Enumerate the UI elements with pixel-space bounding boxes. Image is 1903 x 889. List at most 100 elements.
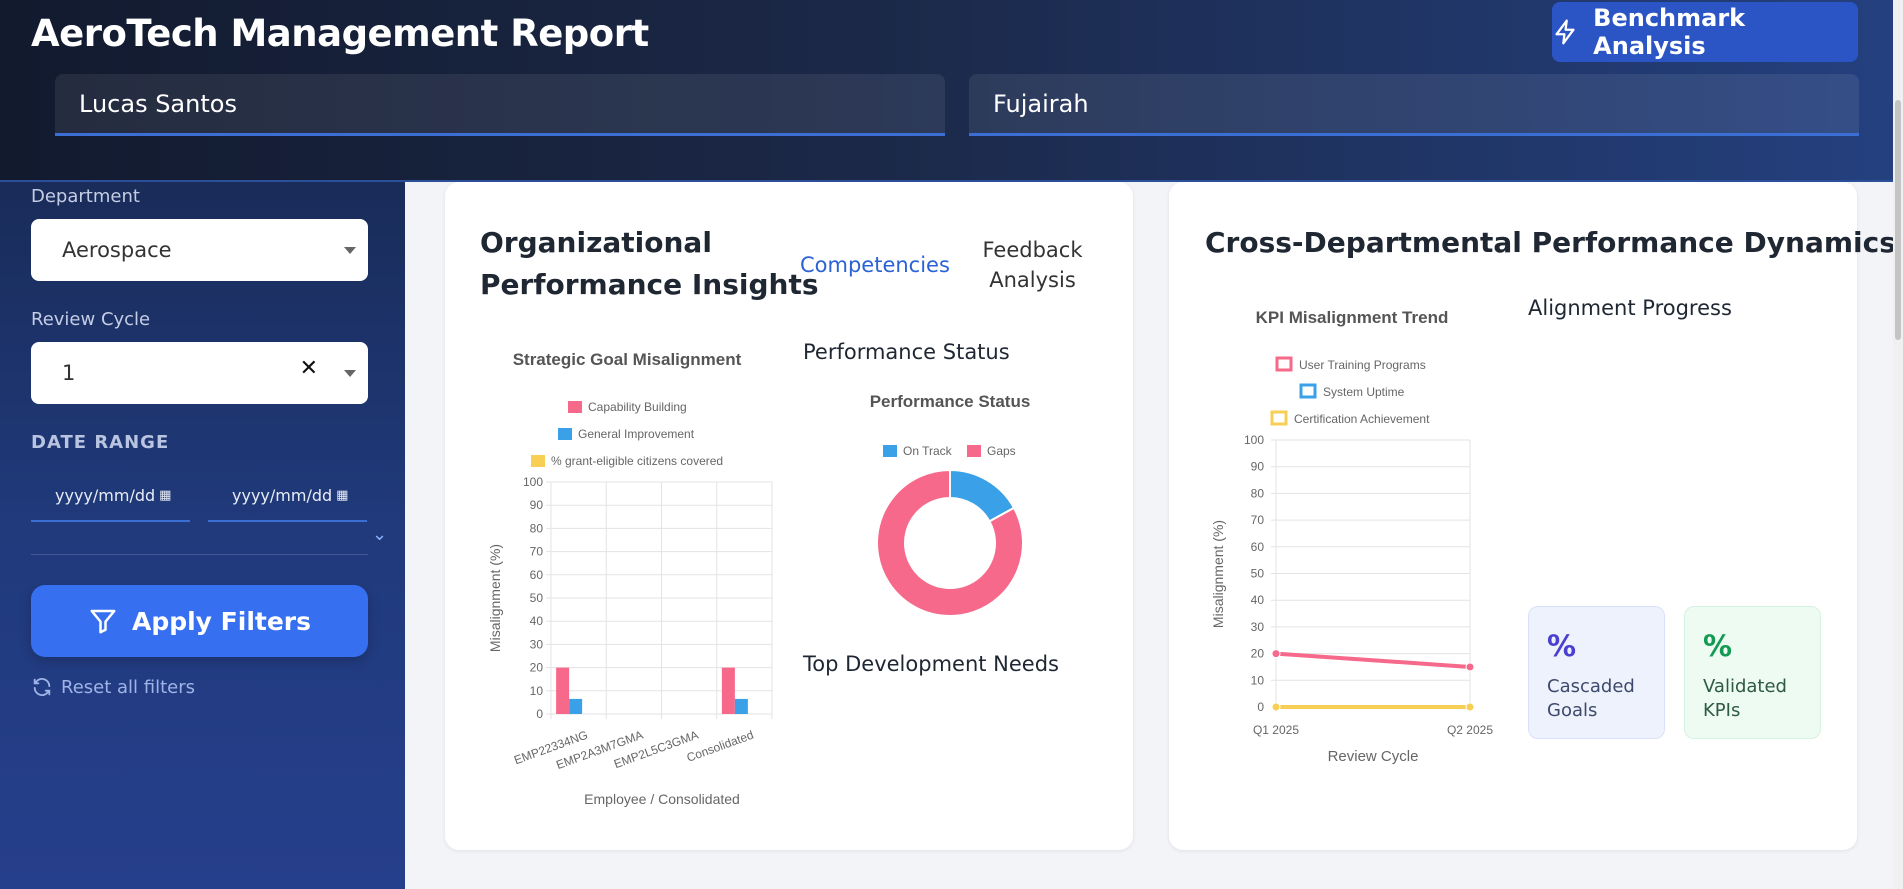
validated-kpis-label-line1: Validated xyxy=(1703,676,1787,697)
card1-title-line1: Organizational xyxy=(480,226,712,259)
y-tick-label: 80 xyxy=(530,521,544,535)
apply-filters-button[interactable]: Apply Filters xyxy=(31,585,368,657)
lightning-icon xyxy=(1555,19,1575,45)
y-tick-label: 90 xyxy=(1251,460,1265,474)
legend-swatch xyxy=(531,455,545,467)
x-tick-label: Q1 2025 xyxy=(1253,723,1299,737)
data-point xyxy=(1465,702,1475,712)
calendar-icon[interactable]: ▦ xyxy=(336,488,348,503)
legend-swatch xyxy=(967,445,981,457)
reset-filters-link[interactable]: Reset all filters xyxy=(31,676,195,698)
date-range-label: DATE RANGE xyxy=(31,432,170,453)
benchmark-analysis-button[interactable]: Benchmark Analysis xyxy=(1552,2,1858,62)
y-tick-label: 10 xyxy=(530,684,544,698)
strategic-goal-misalignment-chart: Strategic Goal Misalignment Capability Bu… xyxy=(487,350,773,807)
bar xyxy=(721,667,735,714)
start-date-placeholder: yyyy/mm/dd xyxy=(55,485,156,505)
performance-status-chart: Performance Status On Track Gaps xyxy=(870,392,1031,617)
bar xyxy=(734,698,748,714)
y-tick-label: 40 xyxy=(530,614,544,628)
y-tick-label: 20 xyxy=(1251,647,1265,661)
y-tick-label: 0 xyxy=(536,707,543,721)
tab-competencies[interactable]: Competencies xyxy=(800,250,950,280)
validated-kpis-value: % xyxy=(1703,629,1733,663)
y-tick-label: 50 xyxy=(1251,567,1265,581)
end-date-placeholder: yyyy/mm/dd xyxy=(232,485,333,505)
kpi-misalignment-trend-chart: KPI Misalignment Trend User Training Prog… xyxy=(1210,308,1493,765)
validated-kpis-metric: % Validated KPIs xyxy=(1684,606,1821,739)
chevron-down-icon xyxy=(344,247,356,254)
chevron-down-icon[interactable]: ⌄ xyxy=(372,524,387,545)
y-tick-label: 70 xyxy=(530,545,544,559)
series-line xyxy=(1275,651,1471,669)
chart-title: Performance Status xyxy=(870,392,1031,411)
data-point xyxy=(1465,662,1475,672)
top-development-needs-heading: Top Development Needs xyxy=(803,652,1059,676)
cascaded-goals-label-line2: Goals xyxy=(1547,700,1598,721)
y-tick-label: 100 xyxy=(523,475,543,489)
cascaded-goals-value: % xyxy=(1547,629,1577,663)
legend-swatch xyxy=(558,428,572,440)
x-axis-label: Review Cycle xyxy=(1328,748,1419,765)
legend-label: Certification Achievement xyxy=(1294,412,1430,426)
y-tick-label: 90 xyxy=(530,498,544,512)
cascaded-goals-label-line1: Cascaded xyxy=(1547,676,1635,697)
y-tick-label: 40 xyxy=(1251,593,1265,607)
tab-feedback-analysis[interactable]: Feedback Analysis xyxy=(975,235,1090,295)
card1-title: Organizational Performance Insights xyxy=(480,222,819,306)
review-cycle-value: 1 xyxy=(62,361,76,385)
card2-title: Cross-Departmental Performance Dynamics xyxy=(1205,226,1896,259)
x-tick-label: Q2 2025 xyxy=(1447,723,1493,737)
legend-label: Gaps xyxy=(987,444,1016,458)
clear-icon[interactable]: ✕ xyxy=(300,356,318,381)
start-date-input[interactable]: yyyy/mm/dd ▦ xyxy=(31,470,190,522)
employee-name-input[interactable]: Lucas Santos xyxy=(55,74,945,136)
chart-title: KPI Misalignment Trend xyxy=(1256,308,1449,327)
department-select[interactable]: Aerospace xyxy=(31,219,368,281)
legend-swatch xyxy=(1299,383,1317,399)
y-tick-label: 30 xyxy=(1251,620,1265,634)
refresh-icon xyxy=(33,678,51,696)
chart-title: Strategic Goal Misalignment xyxy=(513,350,742,369)
department-value: Aerospace xyxy=(62,238,172,262)
legend-label: % grant-eligible citizens covered xyxy=(551,454,723,468)
location-input[interactable]: Fujairah xyxy=(969,74,1859,136)
alignment-progress-heading: Alignment Progress xyxy=(1528,296,1732,320)
bar xyxy=(569,698,583,714)
legend-label: Capability Building xyxy=(588,400,687,414)
legend-swatch xyxy=(568,401,582,413)
y-tick-label: 100 xyxy=(1244,433,1264,447)
data-point xyxy=(1271,649,1281,659)
y-tick-label: 70 xyxy=(1251,513,1265,527)
performance-status-heading: Performance Status xyxy=(803,340,1010,364)
tab-feedback-line2: Analysis xyxy=(989,268,1076,292)
y-tick-label: 60 xyxy=(530,568,544,582)
data-point xyxy=(1271,702,1281,712)
legend-swatch xyxy=(1275,356,1293,372)
filter-icon xyxy=(90,609,116,634)
y-axis-label: Misalignment (%) xyxy=(487,544,503,652)
department-label: Department xyxy=(31,186,140,207)
scrollbar-thumb[interactable] xyxy=(1895,100,1901,340)
legend-label: System Uptime xyxy=(1323,385,1405,399)
apply-filters-label: Apply Filters xyxy=(131,606,312,636)
calendar-icon[interactable]: ▦ xyxy=(159,488,171,503)
header: AeroTech Management Report Benchmark Ana… xyxy=(0,0,1893,182)
app-title: AeroTech Management Report xyxy=(31,12,649,55)
benchmark-analysis-label: Benchmark Analysis xyxy=(1593,4,1746,60)
review-cycle-select[interactable]: 1 ✕ xyxy=(31,342,368,404)
employee-name-value: Lucas Santos xyxy=(79,89,237,118)
legend-label: User Training Programs xyxy=(1299,358,1426,372)
y-tick-label: 60 xyxy=(1251,540,1265,554)
legend-label: On Track xyxy=(903,444,953,458)
validated-kpis-label: Validated KPIs xyxy=(1703,675,1802,723)
reset-filters-label: Reset all filters xyxy=(61,676,196,698)
y-tick-label: 50 xyxy=(530,591,544,605)
chevron-down-icon xyxy=(344,370,356,377)
end-date-input[interactable]: yyyy/mm/dd ▦ xyxy=(208,470,367,522)
y-tick-label: 10 xyxy=(1251,673,1265,687)
y-tick-label: 0 xyxy=(1257,700,1264,714)
review-cycle-label: Review Cycle xyxy=(31,309,151,330)
cascaded-goals-label: Cascaded Goals xyxy=(1547,675,1646,723)
y-axis-label: Misalignment (%) xyxy=(1210,520,1226,628)
